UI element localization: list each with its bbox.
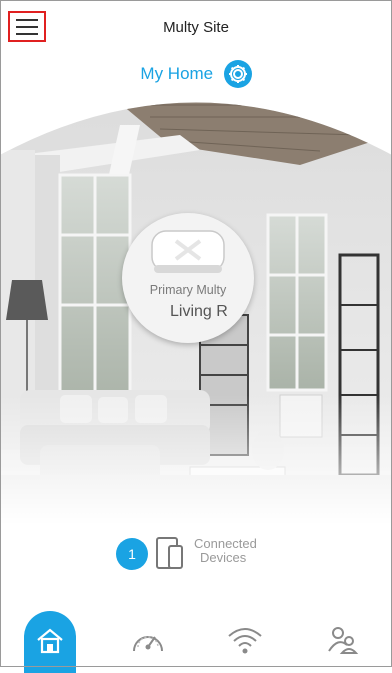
- speedometer-icon: [133, 636, 163, 652]
- home-title[interactable]: My Home: [140, 64, 213, 84]
- home-header: My Home: [0, 60, 392, 90]
- connected-label: Connected Devices: [194, 536, 257, 565]
- nav-wifi[interactable]: [220, 611, 280, 667]
- wifi-icon: [228, 628, 262, 654]
- nav-speed-test[interactable]: [124, 611, 184, 667]
- site-title: Multy Site: [163, 19, 229, 36]
- parental-control-icon: [328, 627, 359, 654]
- device-name: Primary Multy: [149, 283, 227, 297]
- nav-home[interactable]: [24, 611, 84, 673]
- gear-icon[interactable]: [223, 60, 252, 88]
- router-icon: [151, 230, 225, 273]
- phone-tablet-icon: [156, 537, 183, 569]
- app-header: Multy Site: [0, 0, 392, 58]
- bottom-nav: [0, 611, 392, 673]
- home-icon: [37, 628, 63, 654]
- device-location: Living R: [170, 303, 228, 320]
- primary-device-bubble[interactable]: Primary Multy Living R: [122, 213, 254, 343]
- nav-parental-control[interactable]: [318, 611, 378, 667]
- device-count-badge: 1: [116, 538, 148, 570]
